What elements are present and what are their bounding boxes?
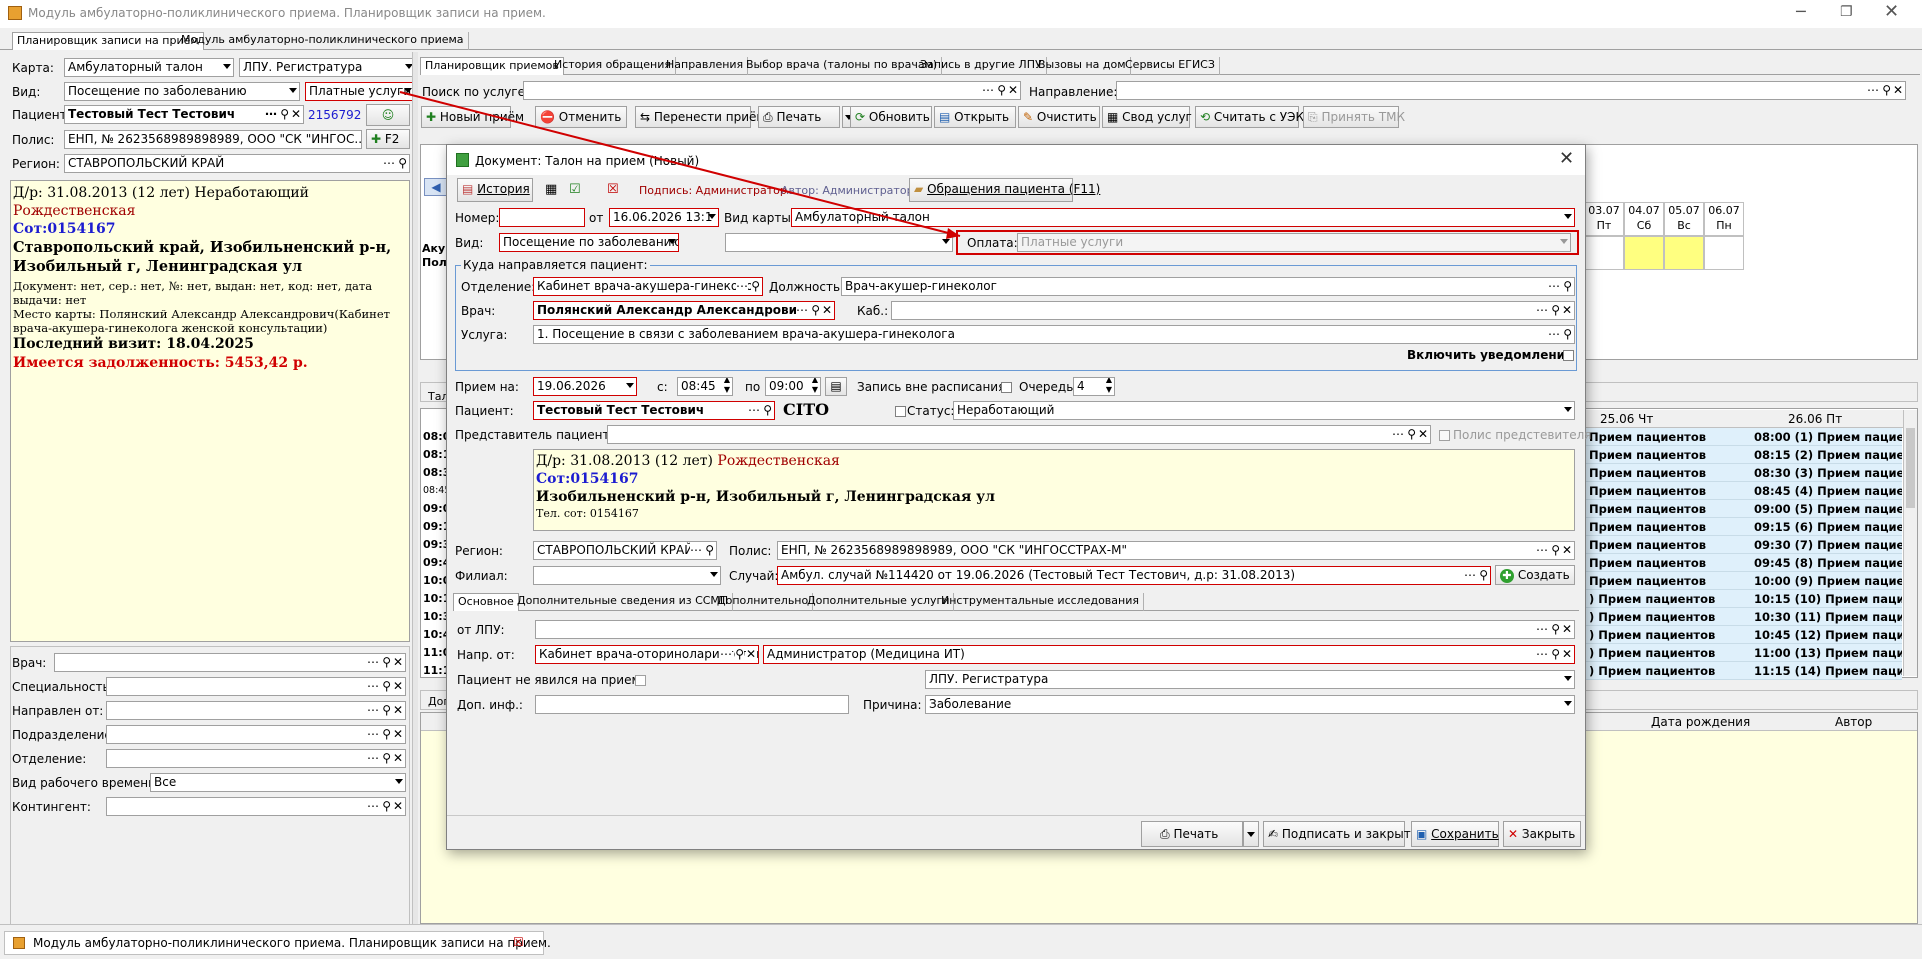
task-title: Модуль амбулаторно-поликлинического прие… xyxy=(33,936,551,950)
status-bar: Модуль амбулаторно-поликлинического прие… xyxy=(0,924,1922,959)
task-tab[interactable]: Модуль амбулаторно-поликлинического прие… xyxy=(4,931,551,955)
task-close-icon[interactable]: ☒ xyxy=(513,935,524,949)
app-icon xyxy=(13,937,25,949)
annotation-arrow xyxy=(399,91,961,239)
